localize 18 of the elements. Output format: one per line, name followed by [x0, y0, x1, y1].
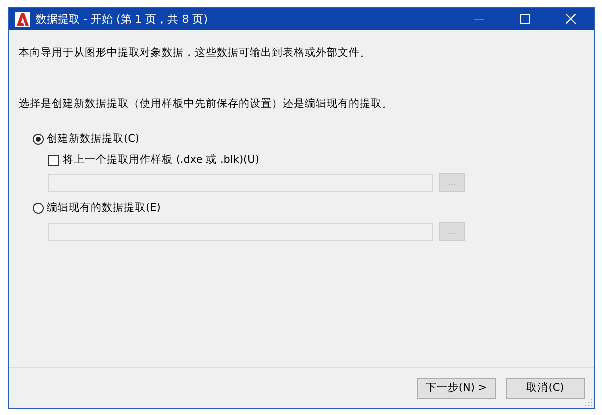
wizard-button[interactable]: 取消(C) [506, 378, 585, 398]
close-icon[interactable] [566, 14, 576, 24]
radio-option[interactable]: 创建新数据提取(C) [33, 131, 594, 147]
checkbox-label: 将上一个提取用作样板 (.dxe 或 .blk)(U) [63, 153, 260, 167]
resize-grip-icon[interactable] [585, 399, 593, 407]
intro-text: 本向导用于从图形中提取对象数据，这些数据可输出到表格或外部文件。 [19, 46, 372, 60]
template-checkbox[interactable]: 将上一个提取用作样板 (.dxe 或 .blk)(U) [48, 153, 594, 167]
radio-circle[interactable] [33, 134, 44, 144]
radio-circle[interactable] [33, 202, 44, 214]
radio-option[interactable]: 编辑现有的数据提取(E) [33, 200, 594, 216]
radio-label: 编辑现有的数据提取(E) [47, 201, 161, 215]
prompt-text: 选择是创建新数据提取（使用样板中先前保存的设置）还是编辑现有的提取。 [19, 97, 394, 111]
checkbox-box[interactable] [48, 154, 59, 166]
radio-label: 创建新数据提取(C) [47, 132, 140, 146]
app-logo-icon [15, 12, 30, 26]
maximize-icon[interactable] [520, 14, 530, 24]
window-title: 数据提取 - 开始 (第 1 页，共 8 页) [36, 12, 208, 26]
wizard-button[interactable]: 下一步(N) > [417, 378, 496, 398]
